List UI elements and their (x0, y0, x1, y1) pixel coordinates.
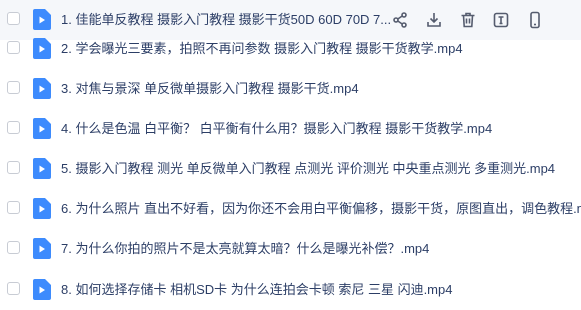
file-name[interactable]: 5. 摄影入门教程 测光 单反微单入门教程 点测光 评价测光 中央重点测光 多重… (61, 160, 555, 178)
row-checkbox[interactable] (7, 241, 20, 254)
share-icon[interactable] (390, 10, 410, 30)
file-row[interactable]: 5. 摄影入门教程 测光 单反微单入门教程 点测光 评价测光 中央重点测光 多重… (0, 149, 581, 189)
row-checkbox[interactable] (7, 161, 20, 174)
video-file-icon (33, 9, 51, 30)
video-file-icon (33, 238, 51, 259)
video-file-icon (33, 78, 51, 99)
video-file-icon (33, 158, 51, 179)
file-name[interactable]: 3. 对焦与景深 单反微单摄影入门教程 摄影干货.mp4 (61, 80, 359, 98)
file-row[interactable]: 7. 为什么你拍的照片不是太亮就算太暗？什么是曝光补偿？.mp4 (0, 229, 581, 269)
file-name[interactable]: 6. 为什么照片 直出不好看，因为你还不会用白平衡偏移，摄影干货，原图直出，调色… (61, 200, 581, 218)
file-name[interactable]: 8. 如何选择存储卡 相机SD卡 为什么连拍会卡顿 索尼 三星 闪迪.mp4 (61, 281, 452, 299)
file-name[interactable]: 1. 佳能单反教程 摄影入门教程 摄影干货50D 60D 70D 7... (61, 11, 391, 29)
file-row[interactable]: 3. 对焦与景深 单反微单摄影入门教程 摄影干货.mp4 (0, 69, 581, 109)
file-row[interactable]: 6. 为什么照片 直出不好看，因为你还不会用白平衡偏移，摄影干货，原图直出，调色… (0, 189, 581, 229)
delete-icon[interactable] (458, 10, 478, 30)
video-file-icon (33, 198, 51, 219)
file-row[interactable]: 8. 如何选择存储卡 相机SD卡 为什么连拍会卡顿 索尼 三星 闪迪.mp4 (0, 270, 581, 310)
file-row[interactable]: 2. 学会曝光三要素，拍照不再问参数 摄影入门教程 摄影干货教学.mp4 (0, 29, 581, 69)
file-name[interactable]: 2. 学会曝光三要素，拍照不再问参数 摄影入门教程 摄影干货教学.mp4 (61, 40, 463, 58)
row-checkbox[interactable] (7, 12, 20, 25)
download-icon[interactable] (424, 10, 444, 30)
file-list: 1. 佳能单反教程 摄影入门教程 摄影干货50D 60D 70D 7... 2.… (0, 0, 581, 310)
row-checkbox[interactable] (7, 121, 20, 134)
video-file-icon (33, 279, 51, 300)
row-checkbox[interactable] (7, 201, 20, 214)
row-checkbox[interactable] (7, 282, 20, 295)
file-row[interactable]: 4. 什么是色温 白平衡？ 白平衡有什么用？摄影入门教程 摄影干货教学.mp4 (0, 109, 581, 149)
file-name[interactable]: 4. 什么是色温 白平衡？ 白平衡有什么用？摄影入门教程 摄影干货教学.mp4 (61, 120, 492, 138)
video-file-icon (33, 118, 51, 139)
mobile-icon[interactable] (525, 10, 545, 30)
video-file-icon (33, 38, 51, 59)
text-extract-icon[interactable] (491, 10, 511, 30)
row-checkbox[interactable] (7, 81, 20, 94)
row-checkbox[interactable] (7, 41, 20, 54)
file-name[interactable]: 7. 为什么你拍的照片不是太亮就算太暗？什么是曝光补偿？.mp4 (61, 240, 429, 258)
